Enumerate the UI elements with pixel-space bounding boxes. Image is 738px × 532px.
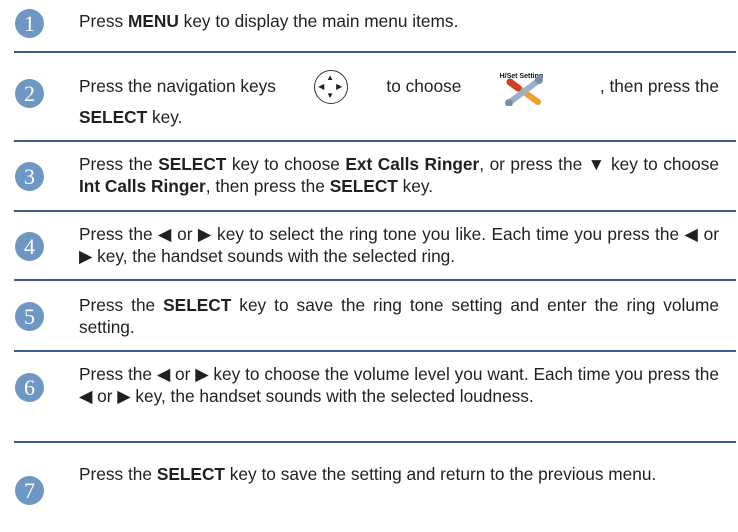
step-text: Press the SELECT key to choose Ext Calls…: [79, 154, 719, 196]
step-text-part: key.: [147, 107, 183, 127]
step-text: Press the ◀ or ▶ key to choose the volum…: [79, 364, 719, 406]
key-label: SELECT: [163, 295, 232, 315]
divider: [14, 210, 736, 212]
step-text: Press the SELECT key to save the setting…: [79, 464, 657, 484]
step-number: 7: [15, 476, 44, 505]
wrench-screwdriver-icon: [504, 76, 543, 106]
step-number: 6: [15, 373, 44, 402]
divider: [14, 350, 736, 352]
divider: [14, 140, 736, 142]
step-text-part: Press the navigation keys: [79, 76, 276, 97]
handset-setting-icon: H/Set Setting: [496, 68, 566, 106]
step-number: 3: [15, 162, 44, 191]
step-number: 2: [15, 79, 44, 108]
key-label: SELECT: [158, 154, 227, 174]
navigation-keys-icon: ▲ ▼ ◀ ▶: [314, 70, 349, 104]
key-label: Int Calls Ringer: [79, 175, 206, 196]
step-text-part: to choose: [386, 76, 462, 97]
divider: [14, 279, 736, 281]
step-text: Press MENU key to display the main menu …: [79, 11, 459, 31]
key-label: SELECT: [329, 175, 398, 196]
step-text-part: , then press the: [599, 76, 719, 97]
select-key-label: SELECT: [79, 107, 148, 127]
divider: [14, 441, 736, 443]
key-label: SELECT: [156, 464, 225, 484]
step-number: 4: [15, 232, 44, 261]
divider: [14, 51, 736, 53]
step-text: Press the navigation keys ▲ ▼ ◀ ▶ to cho…: [79, 66, 719, 129]
step-number: 1: [15, 9, 44, 38]
step-text: Press the ◀ or ▶ key to select the ring …: [79, 224, 719, 266]
key-label: MENU: [127, 11, 179, 31]
key-label: Ext Calls Ringer: [345, 154, 480, 174]
step-text: Press the SELECT key to save the ring to…: [79, 295, 719, 337]
step-number: 5: [15, 302, 44, 331]
